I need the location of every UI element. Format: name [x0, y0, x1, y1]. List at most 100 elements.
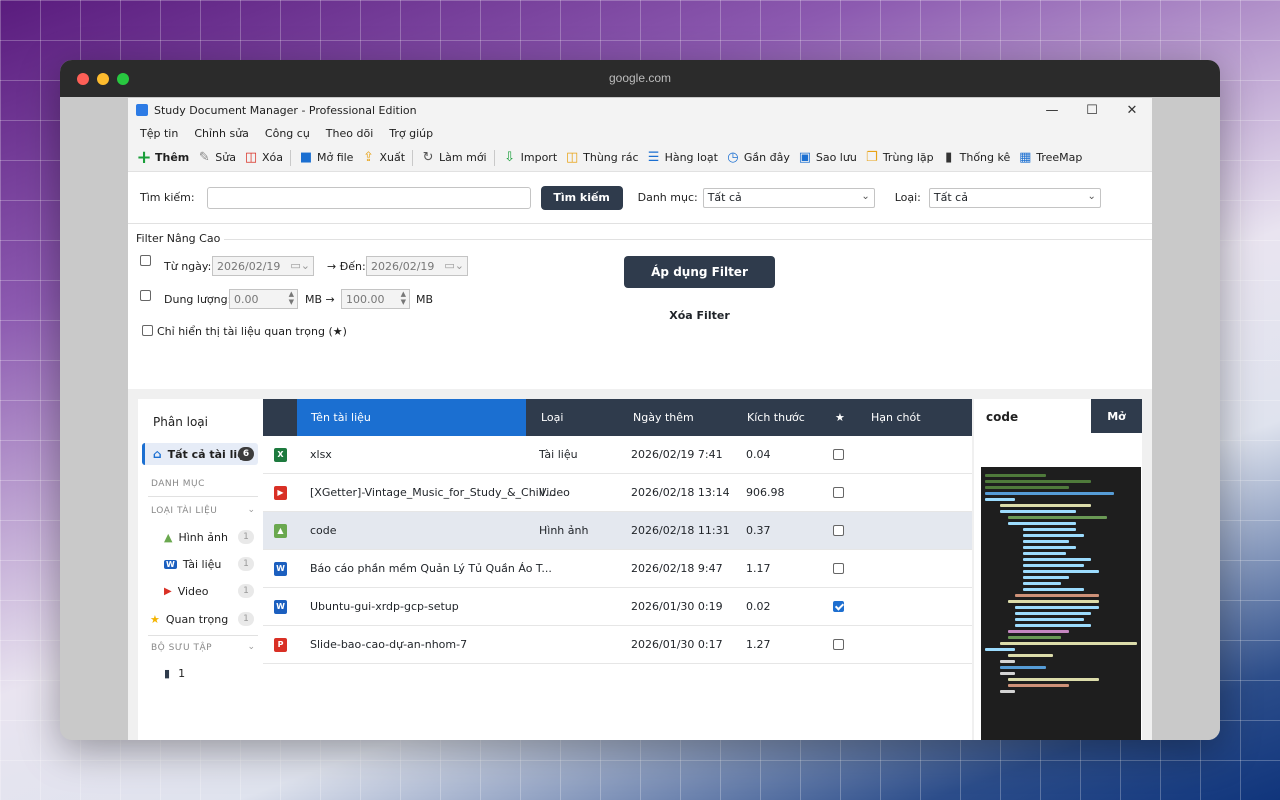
category-label: Danh mục: — [637, 191, 698, 204]
refresh-button[interactable]: ↻ Làm mới — [420, 150, 487, 166]
calendar-icon: ▭⌄ — [290, 259, 310, 272]
chart-icon: ▮ — [945, 150, 953, 165]
preview-title: code — [986, 410, 1019, 424]
minimize-icon[interactable]: — — [1032, 98, 1072, 122]
url-label[interactable]: google.com — [60, 71, 1220, 85]
window-controls: — ☐ ✕ — [1032, 98, 1152, 122]
delete-button[interactable]: ◫ Xóa — [243, 150, 283, 166]
calendar-icon: ▭⌄ — [444, 259, 464, 272]
backup-button[interactable]: ▣ Sao lưu — [797, 150, 857, 166]
column-name-header[interactable]: Tên tài liệu — [297, 399, 526, 436]
column-size-header[interactable]: Kích thước — [747, 399, 805, 436]
menu-help[interactable]: Trợ giúp — [389, 127, 433, 140]
statistics-button[interactable]: ▮ Thống kê — [941, 150, 1010, 166]
column-date-header[interactable]: Ngày thêm — [633, 399, 694, 436]
from-date-input[interactable]: 2026/02/19 ▭⌄ — [212, 256, 314, 276]
browser-window: google.com Study Document Manager - Prof… — [60, 60, 1220, 740]
table-row[interactable]: P Slide-bao-cao-dự-an-nhom-7 2026/01/30 … — [263, 626, 972, 664]
column-star-header[interactable]: ★ — [835, 399, 845, 436]
chevron-down-icon: ⌄ — [861, 190, 870, 202]
sidebar-item-images[interactable]: ▲ Hình ảnh 1 — [142, 526, 258, 548]
sidebar-item-collection[interactable]: ▮ 1 — [142, 662, 258, 684]
count-badge: 1 — [238, 612, 254, 626]
menu-track[interactable]: Theo dõi — [326, 127, 373, 140]
treemap-button[interactable]: ▦ TreeMap — [1017, 150, 1082, 166]
spinner-icon[interactable]: ▲ ▼ — [289, 290, 294, 306]
row-star-checkbox[interactable] — [833, 588, 844, 625]
import-button[interactable]: ⇩ Import — [502, 150, 557, 166]
batch-label: Hàng loạt — [664, 151, 718, 164]
size-label: Dung lượng: — [164, 293, 232, 306]
home-icon: ⌂ — [153, 447, 162, 461]
duplicate-label: Trùng lặp — [882, 151, 934, 164]
sidebar-item-label: Hình ảnh — [178, 530, 228, 544]
sidebar-item-important[interactable]: ★ Quan trọng 1 — [142, 608, 258, 630]
folder-icon: ■ — [299, 150, 313, 165]
open-file-button[interactable]: ■ Mở file — [298, 150, 354, 166]
size-max-input[interactable]: 100.00 ▲ ▼ — [341, 289, 410, 309]
menu-edit[interactable]: Chỉnh sửa — [194, 127, 249, 140]
row-star-checkbox[interactable] — [833, 512, 844, 549]
column-type-header[interactable]: Loại — [541, 399, 563, 436]
category-select[interactable]: Tất cả ⌄ — [702, 187, 875, 208]
add-button[interactable]: + Thêm — [136, 147, 189, 168]
close-icon[interactable]: ✕ — [1112, 98, 1152, 122]
sidebar-divider — [148, 496, 258, 497]
row-star-checkbox[interactable] — [833, 436, 844, 473]
clock-icon: ◷ — [727, 150, 739, 165]
edit-button[interactable]: ✎ Sửa — [196, 150, 236, 166]
search-input[interactable] — [206, 186, 531, 209]
sidebar-item-video[interactable]: ▶ Video 1 — [142, 580, 258, 602]
row-size: 0.37 — [746, 524, 771, 537]
section-collection[interactable]: BỘ SƯU TẬP — [151, 643, 212, 653]
open-button[interactable]: Mở — [1091, 399, 1142, 433]
backup-label: Sao lưu — [815, 151, 857, 164]
table-row[interactable]: W Ubuntu-gui-xrdp-gcp-setup 2026/01/30 0… — [263, 588, 972, 626]
section-type[interactable]: LOẠI TÀI LIỆU — [151, 506, 217, 516]
size-filter-checkbox[interactable] — [140, 290, 151, 301]
word-icon: W — [164, 559, 177, 569]
clear-filter-button[interactable]: Xóa Filter — [624, 309, 775, 322]
row-name: code — [310, 524, 337, 537]
batch-button[interactable]: ☰ Hàng loạt — [646, 150, 718, 166]
row-date: 2026/01/30 0:17 — [631, 638, 723, 651]
row-star-checkbox[interactable] — [833, 474, 844, 511]
menu-tools[interactable]: Công cụ — [265, 127, 310, 140]
maximize-icon[interactable]: ☐ — [1072, 98, 1112, 122]
row-star-checkbox[interactable] — [833, 626, 844, 663]
sidebar-item-label: 1 — [178, 666, 186, 680]
sidebar-divider — [148, 635, 258, 636]
sidebar-item-all[interactable]: ⌂ Tất cả tài liệu 6 — [142, 443, 258, 465]
export-button[interactable]: ⇪ Xuất — [360, 150, 405, 166]
table-row[interactable]: ▶ [XGetter]-Vintage_Music_for_Study_&_Ch… — [263, 474, 972, 512]
row-date: 2026/02/19 7:41 — [631, 448, 723, 461]
duplicate-button[interactable]: ❐ Trùng lặp — [864, 150, 934, 166]
chevron-down-icon[interactable]: ⌄ — [247, 642, 255, 652]
type-select[interactable]: Tất cả ⌄ — [928, 187, 1101, 208]
sidebar-title: Phân loại — [153, 415, 208, 429]
table-row[interactable]: X xlsx Tài liệu 2026/02/19 7:41 0.04 — [263, 436, 972, 474]
row-star-checkbox[interactable] — [833, 550, 844, 587]
date-filter-checkbox[interactable] — [140, 255, 151, 266]
plus-icon: + — [136, 147, 152, 168]
spinner-icon[interactable]: ▲ ▼ — [401, 290, 406, 306]
menu-file[interactable]: Tệp tin — [140, 127, 178, 140]
filter-title: Filter Nâng Cao — [136, 232, 225, 245]
size-min-input[interactable]: 0.00 ▲ ▼ — [229, 289, 298, 309]
apply-filter-button[interactable]: Áp dụng Filter — [624, 256, 775, 288]
table-row[interactable]: W Báo cáo phần mềm Quản Lý Tủ Quần Áo T.… — [263, 550, 972, 588]
sidebar-item-documents[interactable]: W Tài liệu 1 — [142, 553, 258, 575]
export-label: Xuất — [379, 151, 406, 164]
row-name: Báo cáo phần mềm Quản Lý Tủ Quần Áo T... — [310, 562, 552, 575]
recent-button[interactable]: ◷ Gần đây — [725, 150, 790, 166]
to-date-input[interactable]: 2026/02/19 ▭⌄ — [366, 256, 468, 276]
important-only-checkbox[interactable] — [142, 325, 153, 336]
save-icon: ▣ — [798, 150, 811, 165]
table-row[interactable]: ▲ code Hình ảnh 2026/02/18 11:31 0.37 — [263, 512, 972, 550]
pdf-file-icon: P — [274, 626, 287, 663]
column-deadline-header[interactable]: Hạn chót — [871, 399, 921, 436]
recycle-bin-button[interactable]: ◫ Thùng rác — [564, 150, 639, 166]
refresh-icon: ↻ — [422, 150, 434, 165]
search-button[interactable]: Tìm kiếm — [540, 185, 623, 210]
chevron-down-icon[interactable]: ⌄ — [247, 505, 255, 515]
